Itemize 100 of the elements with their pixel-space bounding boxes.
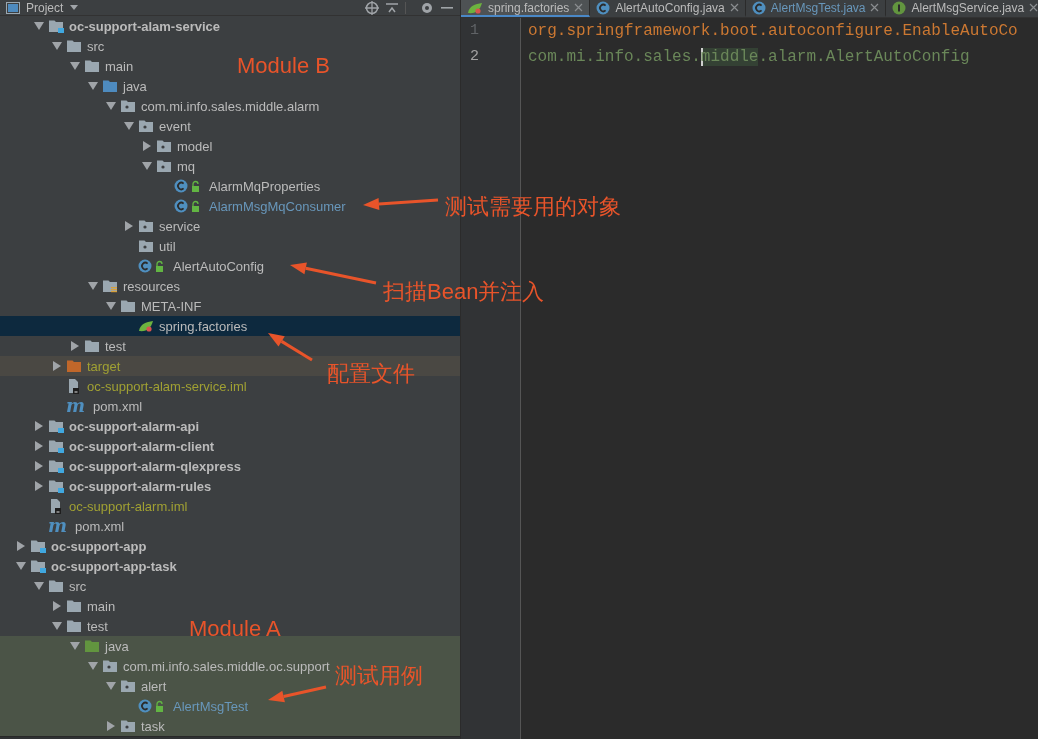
- caret-icon[interactable]: [106, 301, 116, 311]
- tree-item[interactable]: java: [84, 76, 147, 96]
- caret-icon[interactable]: [34, 421, 44, 431]
- caret-icon[interactable]: [106, 681, 116, 691]
- annotation-label: 测试用例: [335, 663, 423, 689]
- package-icon: [120, 679, 136, 693]
- crosshair-icon[interactable]: [365, 0, 379, 15]
- tree-item[interactable]: service: [120, 216, 201, 236]
- settings-icon[interactable]: [420, 0, 434, 15]
- tree-item[interactable]: model: [138, 136, 213, 156]
- caret-icon[interactable]: [88, 661, 98, 671]
- tree-item[interactable]: java: [66, 636, 129, 656]
- close-icon[interactable]: [729, 3, 739, 12]
- tree-item[interactable]: alert: [102, 676, 167, 696]
- caret-icon[interactable]: [124, 221, 134, 231]
- caret-icon[interactable]: [52, 601, 62, 611]
- tree-item[interactable]: oc-support-alarm-client: [30, 436, 215, 456]
- tree-item[interactable]: oc-support-app-task: [12, 556, 177, 576]
- tree-item[interactable]: AlertAutoConfig: [120, 256, 265, 276]
- tree-item[interactable]: oc-support-app: [12, 536, 147, 556]
- tree-item[interactable]: oc-support-alarm-qlexpress: [30, 456, 241, 476]
- caret-icon[interactable]: [106, 721, 116, 731]
- tree-item[interactable]: m pom.xml: [48, 396, 143, 416]
- caret-icon[interactable]: [70, 641, 80, 651]
- caret-icon[interactable]: [88, 81, 98, 91]
- tree-item[interactable]: util: [120, 236, 176, 256]
- module-folder-icon: [48, 479, 64, 493]
- package-icon: [120, 719, 136, 733]
- package-icon: [102, 659, 118, 673]
- caret-icon[interactable]: [34, 481, 44, 491]
- tree-item[interactable]: AlarmMsgMqConsumer: [156, 196, 346, 216]
- caret-icon[interactable]: [124, 121, 134, 131]
- package-icon: [138, 239, 154, 253]
- caret-icon[interactable]: [106, 101, 116, 111]
- caret-icon[interactable]: [52, 41, 62, 51]
- module-folder-icon: [48, 19, 64, 33]
- editor-tab[interactable]: spring.factories: [461, 0, 591, 17]
- caret-icon[interactable]: [16, 541, 26, 551]
- caret-icon[interactable]: [70, 341, 80, 351]
- annotation-label: 配置文件: [327, 361, 415, 387]
- panel-title: Project: [26, 0, 64, 15]
- tree-item[interactable]: target: [48, 356, 121, 376]
- caret-icon[interactable]: [142, 141, 152, 151]
- caret-icon[interactable]: [34, 21, 44, 31]
- tree-item[interactable]: oc-support-alarm-api: [30, 416, 199, 436]
- tree-item[interactable]: src: [48, 36, 105, 56]
- package-icon: [156, 159, 172, 173]
- line-number: 2: [469, 47, 480, 67]
- tree-item[interactable]: com.mi.info.sales.middle.alarm: [102, 96, 320, 116]
- caret-icon[interactable]: [88, 281, 98, 291]
- spring-leaf-icon: [467, 0, 483, 15]
- folder-icon: [84, 639, 100, 653]
- close-icon[interactable]: [870, 3, 880, 12]
- spring-leaf-icon: [138, 319, 154, 333]
- tree-item[interactable]: task: [102, 716, 165, 736]
- tree-item[interactable]: oc-support-alarm-rules: [30, 476, 212, 496]
- close-icon[interactable]: [1029, 3, 1038, 12]
- caret-icon[interactable]: [34, 441, 44, 451]
- folder-icon: [84, 339, 100, 353]
- tree-item[interactable]: oc-support-alam-service: [30, 16, 220, 36]
- folder-icon: [66, 39, 82, 53]
- caret-icon[interactable]: [34, 461, 44, 471]
- caret-icon[interactable]: [52, 361, 62, 371]
- tree-item[interactable]: event: [120, 116, 191, 136]
- tree-item[interactable]: oc-support-alam-service.iml: [48, 376, 247, 396]
- folder-icon: [66, 619, 82, 633]
- tree-item[interactable]: mq: [138, 156, 196, 176]
- collapse-all-icon[interactable]: [385, 1, 399, 14]
- folder-icon: [48, 579, 64, 593]
- tree-item[interactable]: resources: [84, 276, 181, 296]
- tree-item[interactable]: oc-support-alarm.iml: [30, 496, 188, 516]
- folder-icon: [84, 59, 100, 73]
- tree-item[interactable]: test: [66, 336, 126, 356]
- tree-item[interactable]: main: [48, 596, 116, 616]
- annotation-label: Module A: [189, 616, 281, 642]
- file-icon: [48, 498, 64, 514]
- folder-icon: [66, 599, 82, 613]
- caret-icon[interactable]: [142, 161, 152, 171]
- module-folder-icon: [48, 419, 64, 433]
- tree-item[interactable]: m pom.xml: [30, 516, 125, 536]
- caret-icon[interactable]: [70, 61, 80, 71]
- folder-icon: [120, 299, 136, 313]
- package-icon: [156, 139, 172, 153]
- module-folder-icon: [48, 459, 64, 473]
- tree-item[interactable]: AlarmMqProperties: [156, 176, 321, 196]
- folder-icon: [66, 359, 82, 373]
- tree-item[interactable]: test: [48, 616, 108, 636]
- maven-icon: m: [66, 398, 86, 414]
- caret-icon[interactable]: [52, 621, 62, 631]
- dropdown-caret-icon[interactable]: [69, 3, 80, 12]
- code-line: org.springframework.boot.autoconfigure.EnableAutoCo: [527, 21, 1019, 42]
- caret-icon[interactable]: [34, 581, 44, 591]
- annotation-label: 扫描Bean并注入: [383, 279, 545, 305]
- tree-item[interactable]: main: [66, 56, 134, 76]
- tree-item[interactable]: META-INF: [102, 296, 202, 316]
- class-icon: [751, 0, 766, 15]
- caret-icon[interactable]: [16, 561, 26, 571]
- class-icon: [596, 0, 611, 15]
- tree-item[interactable]: src: [30, 576, 87, 596]
- close-icon[interactable]: [574, 3, 584, 12]
